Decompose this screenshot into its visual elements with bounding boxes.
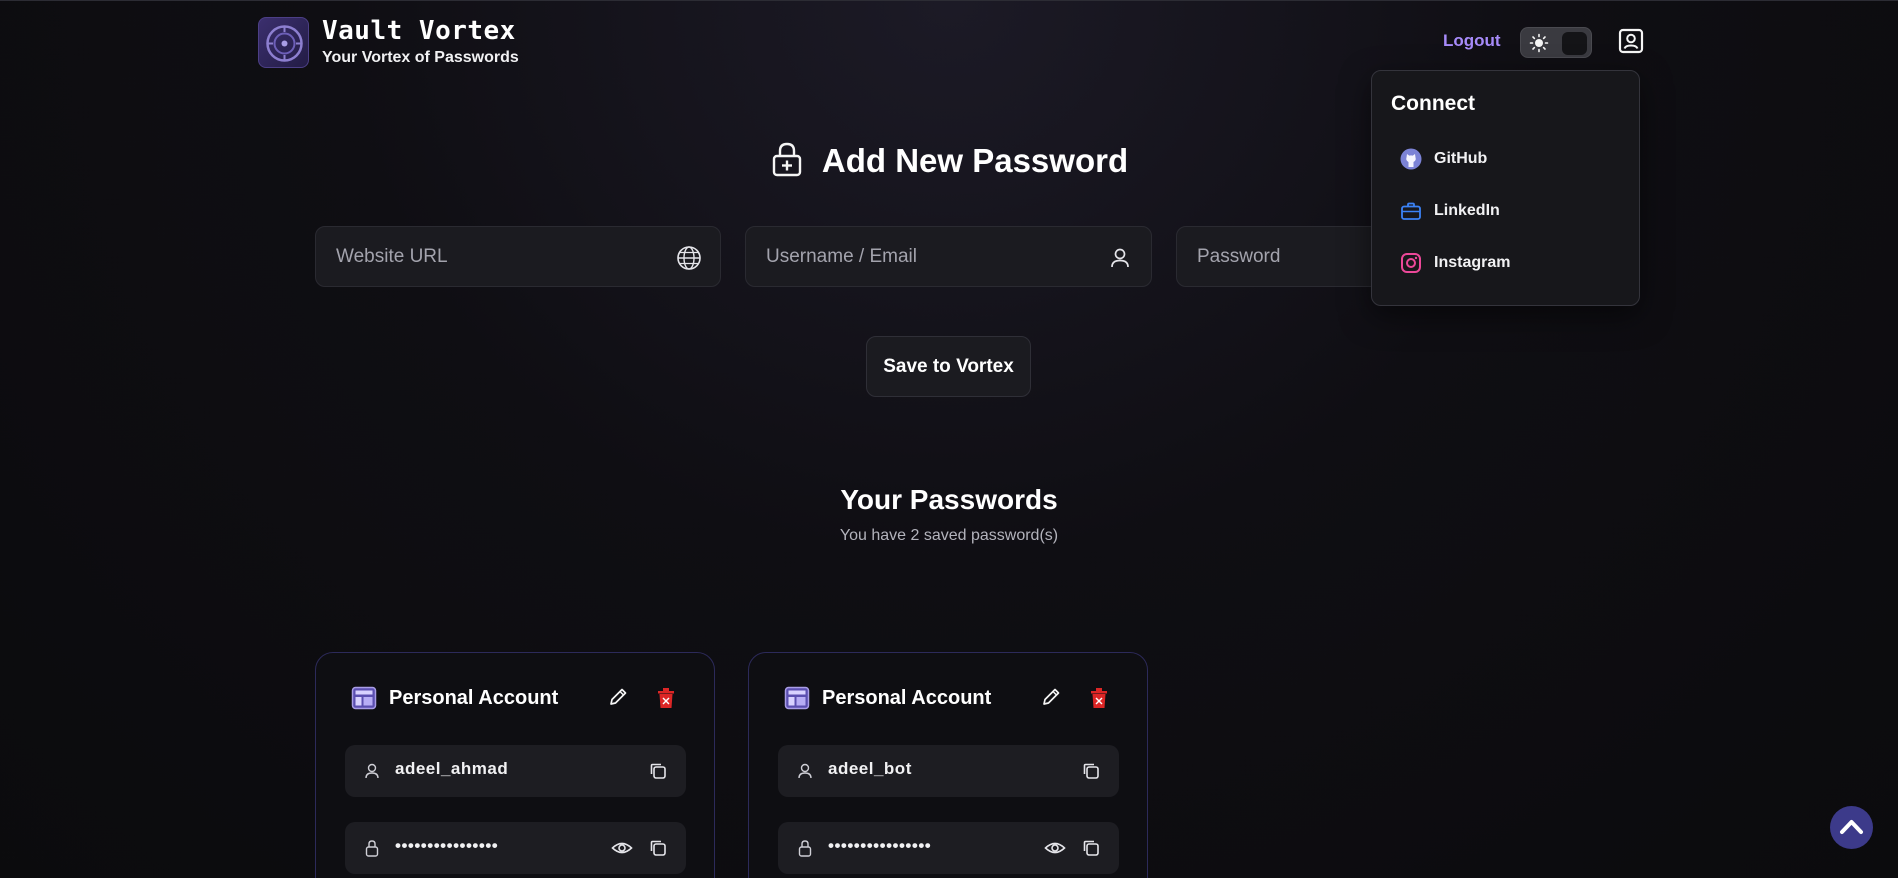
logout-link[interactable]: Logout [1443,31,1501,51]
delete-trash-icon[interactable] [1088,686,1110,710]
user-icon [798,763,812,779]
browser-window-icon [351,686,377,710]
password-card: Personal Account adeel_ahmad •••••••••••… [315,652,715,878]
add-password-title: Add New Password [821,142,1129,179]
user-icon [365,763,379,779]
connect-instagram[interactable]: Instagram [1400,249,1510,277]
connect-title: Connect [1391,92,1475,115]
website-field [315,226,721,287]
username-value: adeel_ahmad [395,759,509,778]
briefcase-icon [1401,202,1421,220]
lock-icon [365,840,379,857]
save-to-vortex-button[interactable]: Save to Vortex [866,336,1031,397]
password-row: •••••••••••••••• [345,822,686,874]
password-row: •••••••••••••••• [778,822,1119,874]
connect-github[interactable]: GitHub [1400,145,1487,173]
website-input[interactable] [336,227,666,286]
copy-icon[interactable] [648,838,668,858]
delete-trash-icon[interactable] [655,686,677,710]
connect-github-label: GitHub [1434,150,1488,167]
user-icon [1111,248,1129,268]
instagram-icon [1401,253,1421,273]
username-input[interactable] [766,227,1096,286]
your-passwords-title: Your Passwords [840,484,1058,515]
copy-icon[interactable] [648,761,668,781]
saved-count-text: You have 2 saved password(s) [839,527,1059,544]
connect-dropdown: Connect GitHub LinkedIn Instagram [1371,70,1640,306]
username-row: adeel_ahmad [345,745,686,797]
site-name: Personal Account [389,687,559,709]
sun-icon [1529,33,1549,53]
edit-pencil-icon[interactable] [1040,686,1062,708]
password-mask: •••••••••••••••• [828,836,932,855]
vault-logo-icon[interactable] [258,17,309,68]
chevron-up-icon [1840,820,1863,834]
profile-icon[interactable] [1617,27,1645,55]
copy-icon[interactable] [1081,761,1101,781]
username-value: adeel_bot [828,759,912,778]
site-name: Personal Account [822,687,992,709]
theme-toggle[interactable] [1520,27,1592,58]
connect-linkedin-label: LinkedIn [1434,202,1500,219]
brand-name: Vault Vortex [322,16,516,46]
eye-icon[interactable] [611,838,633,858]
username-field [745,226,1152,287]
github-icon [1400,148,1422,170]
brand-tagline: Your Vortex of Passwords [322,49,519,66]
toggle-knob [1562,32,1587,55]
password-card: Personal Account adeel_bot •••••••••••••… [748,652,1148,878]
connect-instagram-label: Instagram [1434,254,1511,271]
scroll-to-top-button[interactable] [1830,806,1873,849]
copy-icon[interactable] [1081,838,1101,858]
lock-icon [798,840,812,857]
connect-linkedin[interactable]: LinkedIn [1400,197,1500,225]
lock-plus-icon [772,143,802,177]
password-mask: •••••••••••••••• [395,836,499,855]
globe-icon [677,246,701,270]
browser-window-icon [784,686,810,710]
edit-pencil-icon[interactable] [607,686,629,708]
username-row: adeel_bot [778,745,1119,797]
eye-icon[interactable] [1044,838,1066,858]
